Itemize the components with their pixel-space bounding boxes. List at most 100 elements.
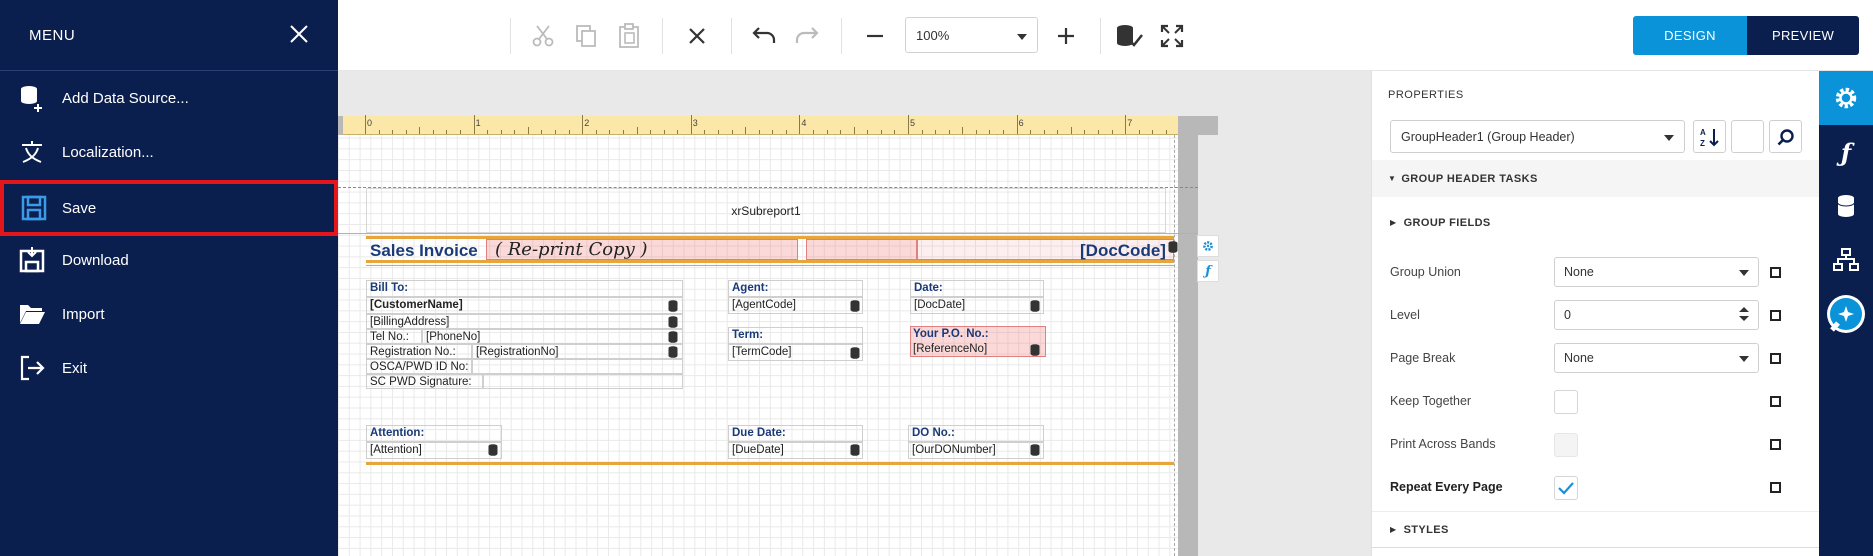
po-label[interactable]: Your P.O. No.: — [910, 327, 1044, 342]
property-marker[interactable] — [1770, 396, 1781, 407]
property-marker[interactable] — [1770, 439, 1781, 450]
level-spin-editor[interactable]: 0 — [1554, 300, 1759, 330]
group-header-tasks-section[interactable]: ▼ GROUP HEADER TASKS — [1372, 160, 1820, 197]
property-marker[interactable] — [1770, 267, 1781, 278]
data-binding-icon[interactable] — [668, 346, 678, 358]
smart-tag-function-icon[interactable]: ƒ — [1197, 260, 1219, 282]
osca-label[interactable]: OSCA/PWD ID No: — [366, 359, 472, 374]
smart-tag-gear-icon[interactable] — [1197, 235, 1219, 257]
menu-item-save[interactable]: Save — [0, 180, 338, 236]
data-binding-icon[interactable] — [668, 316, 678, 328]
keep-together-checkbox[interactable] — [1554, 390, 1578, 414]
property-marker[interactable] — [1770, 482, 1781, 493]
doccode-field[interactable]: [DocCode] — [1080, 241, 1166, 261]
zoom-in-icon[interactable] — [1050, 20, 1082, 52]
sc-signature-field[interactable] — [483, 374, 683, 389]
data-binding-icon[interactable] — [850, 300, 860, 312]
ruler-tick — [840, 130, 842, 134]
menu-item-import[interactable]: Import — [0, 287, 338, 341]
report-explorer-tree-icon[interactable] — [1819, 233, 1873, 287]
ruler-tick — [446, 130, 448, 134]
data-binding-icon[interactable] — [1030, 344, 1040, 356]
do-number-field[interactable]: [OurDONumber] — [908, 442, 1044, 459]
subreport-control[interactable]: xrSubreport1 — [366, 188, 1166, 233]
registration-field[interactable]: [RegistrationNo] — [472, 344, 683, 359]
zoom-select[interactable]: 100% — [905, 17, 1038, 53]
localization-icon — [0, 139, 62, 165]
ai-assistant-chat-icon[interactable] — [1819, 287, 1873, 341]
term-code-field[interactable]: [TermCode] — [728, 344, 863, 361]
component-selector[interactable]: GroupHeader1 (Group Header) — [1390, 120, 1685, 153]
undo-icon[interactable] — [748, 20, 780, 52]
cut-icon[interactable] — [527, 20, 559, 52]
data-binding-icon[interactable] — [668, 331, 678, 343]
paste-icon[interactable] — [613, 20, 645, 52]
styles-section[interactable]: ▶ STYLES — [1372, 511, 1820, 547]
properties-gear-icon[interactable] — [1819, 71, 1873, 125]
fullscreen-icon[interactable] — [1156, 20, 1188, 52]
expressions-function-icon[interactable]: ƒ — [1819, 125, 1873, 179]
data-binding-icon[interactable] — [488, 444, 498, 456]
property-marker[interactable] — [1770, 353, 1781, 364]
sc-signature-label[interactable]: SC PWD Signature: — [366, 374, 483, 389]
billing-address-field[interactable]: [BillingAddress] — [366, 314, 683, 329]
copy-icon[interactable] — [570, 20, 602, 52]
date-label[interactable]: Date: — [910, 280, 1044, 297]
doc-date-field[interactable]: [DocDate] — [910, 297, 1044, 314]
repeat-every-page-checkbox[interactable] — [1554, 476, 1578, 500]
section-label: GROUP FIELDS — [1403, 216, 1491, 229]
chevron-down-icon — [1739, 351, 1749, 365]
reference-field[interactable]: [ReferenceNo] — [910, 342, 1044, 357]
spin-buttons-icon[interactable] — [1739, 306, 1749, 325]
due-date-field[interactable]: [DueDate] — [728, 442, 863, 459]
osca-field[interactable] — [472, 359, 683, 374]
do-label[interactable]: DO No.: — [908, 425, 1044, 442]
menu-item-localization[interactable]: Localization... — [0, 125, 338, 179]
design-surface[interactable]: 0 1 2 3 4 5 6 7 xrSubreport1 Sales Invoice ( Re… — [338, 71, 1371, 556]
data-binding-icon[interactable] — [1168, 241, 1178, 253]
attention-field[interactable]: [Attention] — [366, 442, 502, 459]
delete-icon[interactable] — [681, 20, 713, 52]
print-across-bands-checkbox[interactable] — [1554, 433, 1578, 457]
term-label[interactable]: Term: — [728, 327, 863, 344]
bill-to-label[interactable]: Bill To: — [366, 280, 683, 297]
ruler-tick — [527, 127, 529, 134]
group-union-select[interactable]: None — [1554, 257, 1759, 287]
data-binding-icon[interactable] — [1030, 444, 1040, 456]
field-list-database-icon[interactable] — [1819, 179, 1873, 233]
customer-name-field[interactable]: [CustomerName] — [366, 297, 683, 314]
close-icon[interactable] — [289, 22, 309, 48]
agent-label[interactable]: Agent: — [728, 280, 863, 297]
property-marker[interactable] — [1770, 310, 1781, 321]
ruler-label: 3 — [692, 118, 698, 128]
data-binding-icon[interactable] — [1030, 300, 1040, 312]
agent-code-field[interactable]: [AgentCode] — [728, 297, 863, 314]
due-date-label[interactable]: Due Date: — [728, 425, 863, 442]
data-binding-icon[interactable] — [850, 347, 860, 359]
sort-az-icon[interactable]: AZ — [1693, 120, 1726, 153]
reprint-label[interactable]: ( Re-print Copy ) — [495, 239, 648, 260]
data-binding-icon[interactable] — [850, 444, 860, 456]
attention-label[interactable]: Attention: — [366, 425, 502, 442]
import-folder-icon — [0, 302, 62, 326]
highlighted-field[interactable] — [806, 239, 917, 260]
menu-item-exit[interactable]: Exit — [0, 341, 338, 395]
preview-mode-button[interactable]: PREVIEW — [1747, 16, 1859, 55]
validate-bindings-icon[interactable] — [1113, 20, 1145, 52]
group-fields-section[interactable]: ▶ GROUP FIELDS — [1372, 204, 1820, 241]
registration-label[interactable]: Registration No.: — [366, 344, 472, 359]
search-icon[interactable] — [1769, 120, 1802, 153]
menu-item-add-data-source[interactable]: Add Data Source... — [0, 71, 338, 125]
report-title[interactable]: Sales Invoice — [370, 241, 478, 261]
toolbar-separator — [731, 18, 732, 54]
categorize-button[interactable] — [1731, 120, 1764, 153]
menu-item-download[interactable]: Download — [0, 233, 338, 287]
page-break-select[interactable]: None — [1554, 343, 1759, 373]
ruler-tick — [690, 115, 692, 134]
tel-label[interactable]: Tel No.: — [366, 329, 422, 344]
redo-icon[interactable] — [791, 20, 823, 52]
data-binding-icon[interactable] — [668, 300, 678, 312]
zoom-out-icon[interactable] — [859, 20, 891, 52]
design-mode-button[interactable]: DESIGN — [1633, 16, 1747, 55]
phone-field[interactable]: [PhoneNo] — [422, 329, 683, 344]
